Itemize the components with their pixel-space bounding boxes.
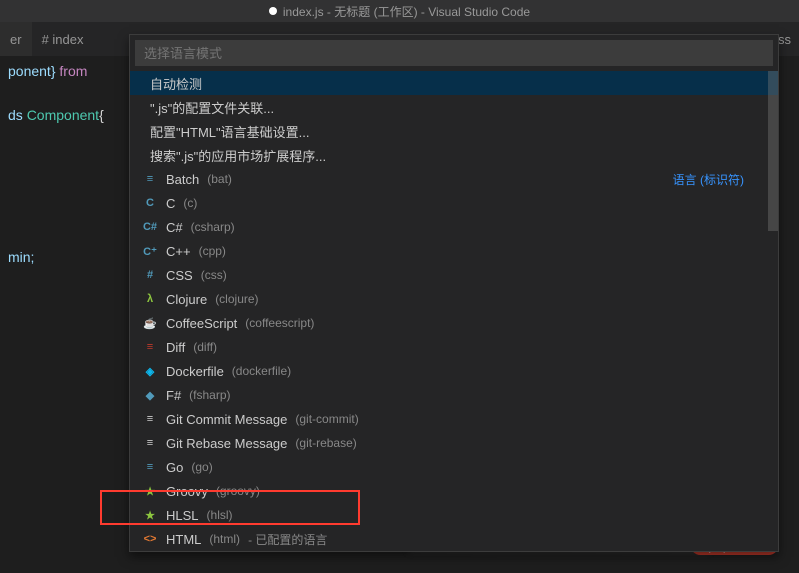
language-label: Git Rebase Message [166,436,287,451]
picker-header-link[interactable]: 语言 (标识符) [669,169,748,190]
language-icon: ★ [142,507,158,523]
language-option[interactable]: CC (c) [130,191,778,215]
language-icon: ≡ [142,435,158,451]
language-option[interactable]: C# C# (csharp) [130,215,778,239]
language-icon: ◈ [142,363,158,379]
language-detail: (groovy) [216,484,260,498]
language-detail: (csharp) [191,220,235,234]
title-bar: index.js - 无标题 (工作区) - Visual Studio Cod… [0,0,799,22]
language-label: 自动检测 [150,74,202,93]
language-label: Groovy [166,484,208,499]
language-option[interactable]: ≡ Diff (diff) [130,335,778,359]
language-icon: ★ [142,483,158,499]
language-icon: ≡ [142,459,158,475]
language-option[interactable]: # CSS (css) [130,263,778,287]
language-label: 搜索".js"的应用市场扩展程序... [150,146,326,165]
language-label: CSS [166,268,193,283]
language-label: C++ [166,244,191,259]
language-detail: (fsharp) [189,388,230,402]
language-option[interactable]: 自动检测 [130,71,778,95]
language-label: 配置"HTML"语言基础设置... [150,122,309,141]
language-label: F# [166,388,181,403]
language-label: Dockerfile [166,364,224,379]
language-label: Batch [166,172,199,187]
language-detail: (clojure) [215,292,258,306]
language-icon: ◆ [142,387,158,403]
language-label: CoffeeScript [166,316,237,331]
language-label: Go [166,460,183,475]
language-icon: ≡ [142,339,158,355]
language-label: Git Commit Message [166,412,287,427]
window-title: index.js - 无标题 (工作区) - Visual Studio Cod… [283,3,530,20]
language-picker: 自动检测 ".js"的配置文件关联... 配置"HTML"语言基础设置... 搜索".… [129,34,779,552]
language-option[interactable]: ≡ Git Commit Message (git-commit) [130,407,778,431]
language-label: Diff [166,340,185,355]
language-detail: (html) [209,532,240,546]
language-detail: (go) [191,460,212,474]
language-detail: (dockerfile) [232,364,291,378]
language-detail: (diff) [193,340,217,354]
language-option[interactable]: ≡ Go (go) [130,455,778,479]
language-option[interactable]: ≡ Git Rebase Message (git-rebase) [130,431,778,455]
language-icon: C [142,195,158,211]
language-option[interactable]: ☕ CoffeeScript (coffeescript) [130,311,778,335]
language-label: ".js"的配置文件关联... [150,98,274,117]
language-label: C# [166,220,183,235]
language-detail: (git-rebase) [295,436,356,450]
language-option[interactable]: ★ HLSL (hlsl) [130,503,778,527]
tab-partial-left[interactable]: er [0,22,32,56]
language-detail: (git-commit) [295,412,358,426]
language-detail: (cpp) [199,244,226,258]
language-label: HTML [166,532,201,547]
language-icon: ≡ [142,411,158,427]
language-icon: ≡ [142,171,158,187]
language-option[interactable]: 搜索".js"的应用市场扩展程序... [130,143,778,167]
language-option[interactable]: ".js"的配置文件关联... [130,95,778,119]
language-label: HLSL [166,508,199,523]
scrollbar[interactable] [768,71,778,551]
language-detail: (coffeescript) [245,316,314,330]
language-option[interactable]: λ Clojure (clojure) [130,287,778,311]
language-detail: (css) [201,268,227,282]
language-option[interactable]: ★ Groovy (groovy) [130,479,778,503]
modified-indicator-icon [269,7,277,15]
language-option[interactable]: <> HTML (html) - 已配置的语言 [130,527,778,551]
language-picker-list: 自动检测 ".js"的配置文件关联... 配置"HTML"语言基础设置... 搜索".… [130,71,778,551]
language-option[interactable]: 配置"HTML"语言基础设置... [130,119,778,143]
language-icon: # [142,267,158,283]
language-icon: C# [142,219,158,235]
language-picker-input[interactable] [135,40,773,66]
language-detail: (c) [183,196,197,210]
scrollbar-thumb[interactable] [768,71,778,231]
language-option[interactable]: ◈ Dockerfile (dockerfile) [130,359,778,383]
language-detail: (bat) [207,172,232,186]
language-icon: C⁺ [142,243,158,259]
language-icon: <> [142,531,158,547]
language-label: Clojure [166,292,207,307]
language-icon: λ [142,291,158,307]
language-label: C [166,196,175,211]
language-icon: ☕ [142,315,158,331]
language-option[interactable]: C⁺ C++ (cpp) [130,239,778,263]
language-extra: - 已配置的语言 [248,531,327,548]
language-detail: (hlsl) [207,508,233,522]
language-option[interactable]: ◆ F# (fsharp) [130,383,778,407]
tab-open-file[interactable]: # index [32,22,94,56]
